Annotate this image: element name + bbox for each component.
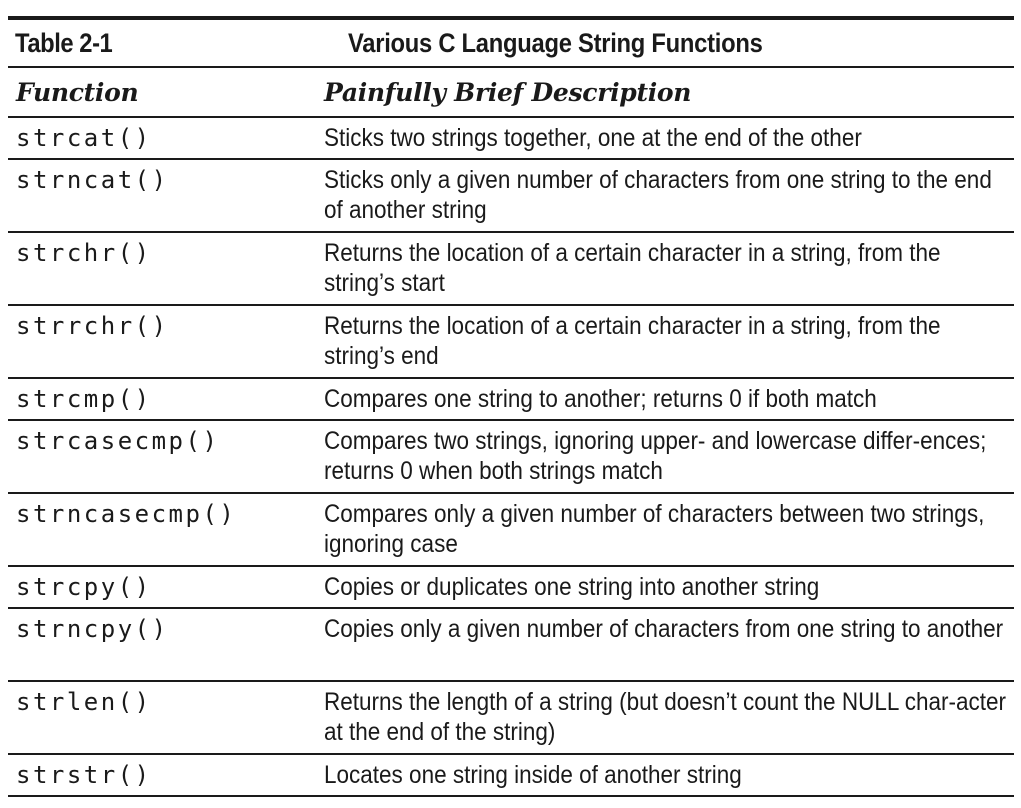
- function-description: Compares two strings, ignoring upper- an…: [324, 427, 987, 485]
- function-name: strcat(): [16, 124, 152, 152]
- function-name: strrchr(): [16, 312, 169, 340]
- table-row: strstr() Locates one string inside of an…: [8, 755, 1014, 797]
- column-header-description: Painfully Brief Description: [324, 77, 692, 107]
- table-caption-row: Table 2-1 Various C Language String Func…: [8, 20, 1014, 68]
- function-description: Copies or duplicates one string into ano…: [324, 573, 820, 601]
- table-title: Various C Language String Functions: [348, 27, 763, 58]
- table-row: strncpy() Copies only a given number of …: [8, 609, 1014, 682]
- function-description: Copies only a given number of characters…: [324, 615, 1004, 643]
- table-row: strcasecmp() Compares two strings, ignor…: [8, 421, 1014, 494]
- function-name: strncpy(): [16, 615, 169, 643]
- column-header-function: Function: [16, 77, 139, 107]
- string-functions-table: Table 2-1 Various C Language String Func…: [8, 16, 1014, 797]
- function-name: strncasecmp(): [16, 500, 237, 528]
- function-description: Compares only a given number of characte…: [324, 500, 985, 558]
- function-name: strchr(): [16, 239, 152, 267]
- function-description: Sticks only a given number of characters…: [324, 166, 992, 224]
- function-name: strncat(): [16, 166, 169, 194]
- function-name: strcasecmp(): [16, 427, 220, 455]
- table-row: strcpy() Copies or duplicates one string…: [8, 567, 1014, 609]
- table-row: strcat() Sticks two strings together, on…: [8, 118, 1014, 160]
- function-name: strcmp(): [16, 385, 152, 413]
- table-row: strncasecmp() Compares only a given numb…: [8, 494, 1014, 567]
- function-description: Locates one string inside of another str…: [324, 761, 742, 789]
- table-row: strcmp() Compares one string to another;…: [8, 379, 1014, 421]
- table-row: strlen() Returns the length of a string …: [8, 682, 1014, 755]
- function-name: strcpy(): [16, 573, 152, 601]
- table-row: strrchr() Returns the location of a cert…: [8, 306, 1014, 379]
- table-row: strncat() Sticks only a given number of …: [8, 160, 1014, 233]
- function-description: Compares one string to another; returns …: [324, 385, 877, 413]
- table-number: Table 2-1: [15, 27, 113, 58]
- function-description: Returns the location of a certain charac…: [324, 239, 941, 297]
- table-row: strchr() Returns the location of a certa…: [8, 233, 1014, 306]
- column-header-row: Function Painfully Brief Description: [8, 68, 1014, 118]
- function-name: strlen(): [16, 688, 152, 716]
- function-description: Sticks two strings together, one at the …: [324, 124, 862, 152]
- function-description: Returns the location of a certain charac…: [324, 312, 941, 370]
- function-name: strstr(): [16, 761, 152, 789]
- function-description: Returns the length of a string (but does…: [324, 688, 1007, 746]
